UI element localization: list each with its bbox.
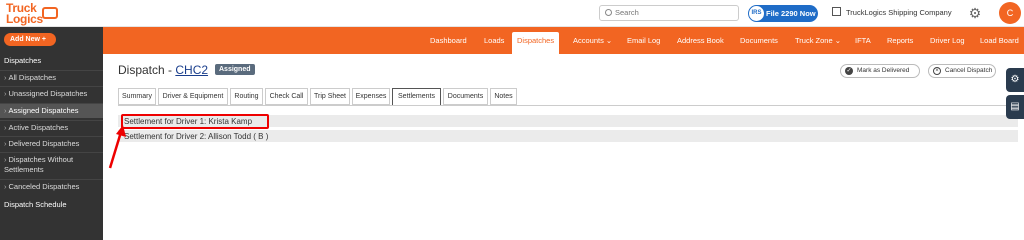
nav-reports[interactable]: Reports bbox=[887, 27, 913, 54]
sidebar-item-active-dispatches[interactable]: › Active Dispatches bbox=[0, 120, 103, 135]
sidebar-item-all-dispatches[interactable]: › All Dispatches bbox=[0, 70, 103, 85]
highlight-box bbox=[121, 114, 269, 129]
nav-driver-log[interactable]: Driver Log bbox=[930, 27, 965, 54]
support-gear-icon[interactable]: ⚙ bbox=[1006, 68, 1024, 92]
notes-doc-icon[interactable]: ▤ bbox=[1006, 95, 1024, 119]
truck-icon bbox=[42, 7, 58, 19]
chevron-right-icon: › bbox=[4, 73, 7, 82]
file-2290-button[interactable]: IRS File 2290 Now bbox=[748, 5, 818, 22]
nav-ifta[interactable]: IFTA bbox=[855, 27, 871, 54]
main-nav: Dashboard Loads Dispatches Accounts ⌄ Em… bbox=[103, 27, 1024, 54]
irs-icon: IRS bbox=[749, 6, 764, 21]
user-avatar[interactable]: C bbox=[999, 2, 1021, 24]
chevron-right-icon: › bbox=[4, 123, 7, 132]
sidebar-item-assigned-dispatches[interactable]: › Assigned Dispatches bbox=[0, 103, 103, 118]
sidebar-item-dispatch-schedule[interactable]: Dispatch Schedule bbox=[4, 200, 67, 209]
search-input[interactable] bbox=[615, 8, 725, 17]
chevron-right-icon: › bbox=[4, 106, 7, 115]
nav-address-book[interactable]: Address Book bbox=[677, 27, 724, 54]
building-icon bbox=[832, 7, 841, 16]
dispatch-code-link[interactable]: CHC2 bbox=[175, 63, 208, 77]
tab-driver-equipment[interactable]: Driver & Equipment bbox=[158, 88, 228, 105]
settings-gear-icon[interactable]: ⚙ bbox=[967, 5, 983, 21]
top-bar: Truck Logics IRS File 2290 Now TruckLogi… bbox=[0, 0, 1024, 27]
nav-load-board[interactable]: Load Board bbox=[980, 27, 1019, 54]
nav-email-log[interactable]: Email Log bbox=[627, 27, 660, 54]
company-selector[interactable]: TruckLogics Shipping Company bbox=[832, 7, 952, 17]
sidebar-item-delivered-dispatches[interactable]: › Delivered Dispatches bbox=[0, 136, 103, 151]
plus-icon: + bbox=[41, 36, 46, 43]
tab-notes[interactable]: Notes bbox=[490, 88, 517, 105]
nav-loads[interactable]: Loads bbox=[484, 27, 504, 54]
sidebar-item-dispatches-without-settlements[interactable]: › Dispatches Without Settlements bbox=[0, 152, 103, 177]
sidebar-item-canceled-dispatches[interactable]: › Canceled Dispatches bbox=[0, 179, 103, 194]
nav-documents[interactable]: Documents bbox=[740, 27, 778, 54]
status-badge: Assigned bbox=[215, 64, 255, 75]
nav-dashboard[interactable]: Dashboard bbox=[430, 27, 467, 54]
tab-check-call[interactable]: Check Call bbox=[265, 88, 308, 105]
tab-divider bbox=[118, 105, 1018, 106]
sidebar: Add New + Dispatches › All Dispatches › Un… bbox=[0, 27, 103, 240]
tab-trip-sheet[interactable]: Trip Sheet bbox=[310, 88, 350, 105]
tab-documents[interactable]: Documents bbox=[443, 88, 488, 105]
tab-settlements[interactable]: Settlements bbox=[392, 88, 441, 106]
search-icon bbox=[605, 9, 612, 16]
chevron-right-icon: › bbox=[4, 155, 7, 164]
sidebar-section-dispatches: Dispatches bbox=[4, 56, 42, 65]
cancel-dispatch-button[interactable]: × Cancel Dispatch bbox=[928, 64, 996, 78]
red-arrow-annotation bbox=[108, 125, 126, 169]
chevron-right-icon: › bbox=[4, 139, 7, 148]
nav-truck-zone[interactable]: Truck Zone ⌄ bbox=[795, 27, 841, 54]
nav-dispatches[interactable]: Dispatches bbox=[512, 32, 560, 54]
truck-logics-logo[interactable]: Truck Logics bbox=[4, 1, 58, 26]
check-icon: ✓ bbox=[845, 67, 853, 75]
mark-as-delivered-button[interactable]: ✓ Mark as Delivered bbox=[840, 64, 920, 78]
tab-expenses[interactable]: Expenses bbox=[352, 88, 390, 105]
sidebar-item-unassigned-dispatches[interactable]: › Unassigned Dispatches bbox=[0, 86, 103, 101]
chevron-right-icon: › bbox=[4, 182, 7, 191]
nav-accounts[interactable]: Accounts ⌄ bbox=[573, 27, 612, 54]
add-new-button[interactable]: Add New + bbox=[4, 33, 56, 46]
cancel-icon: × bbox=[933, 67, 941, 75]
search-box[interactable] bbox=[599, 5, 739, 21]
chevron-right-icon: › bbox=[4, 89, 7, 98]
page-title: Dispatch - CHC2 bbox=[118, 63, 209, 77]
tab-routing[interactable]: Routing bbox=[230, 88, 263, 105]
settlement-row-driver-2[interactable]: Settlement for Driver 2: Allison Todd ( … bbox=[118, 130, 1018, 143]
tab-summary[interactable]: Summary bbox=[118, 88, 156, 105]
